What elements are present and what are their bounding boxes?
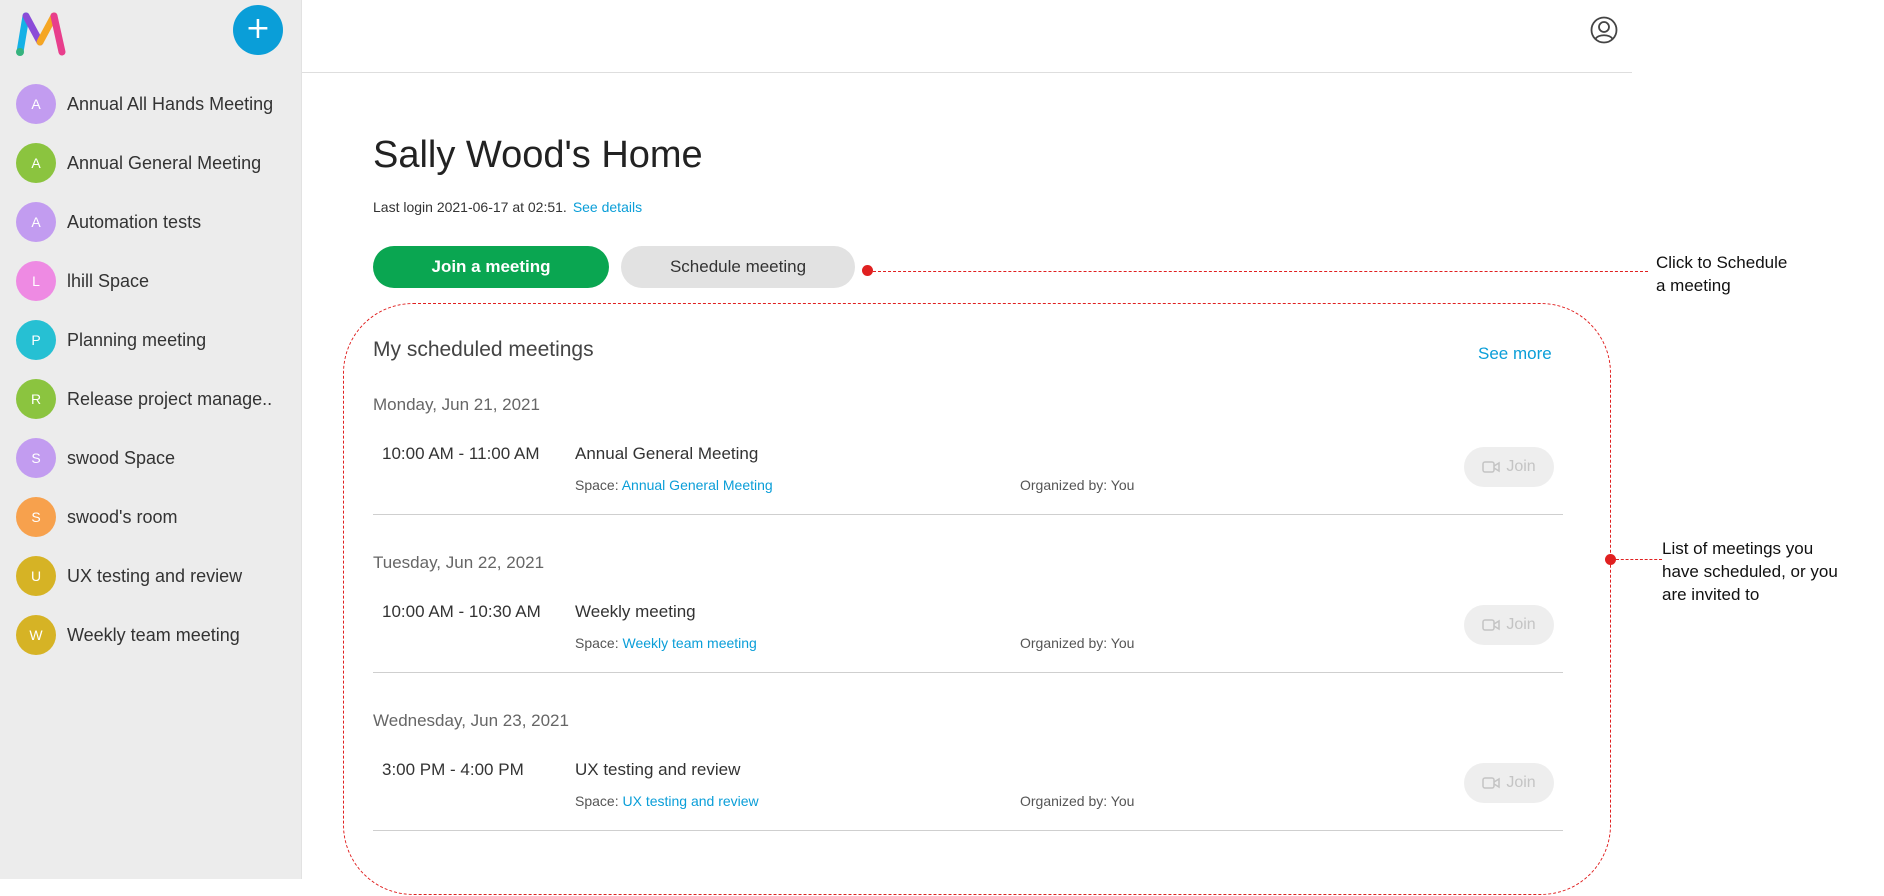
schedule-meeting-button[interactable]: Schedule meeting [621,246,855,288]
schedule-callout-text: Click to Schedule a meeting [1656,251,1787,297]
top-bar [302,0,1632,73]
space-avatar: L [16,261,56,301]
annotation-line: are invited to [1662,585,1760,604]
space-avatar: P [16,320,56,360]
space-avatar: W [16,615,56,655]
join-meeting-button[interactable]: Join a meeting [373,246,609,288]
space-item[interactable]: A Annual All Hands Meeting [0,78,301,137]
user-circle-icon[interactable] [1590,16,1618,44]
space-item[interactable]: R Release project manage... [0,373,301,432]
space-label: Release project manage... [67,389,272,409]
space-avatar: A [16,202,56,242]
schedule-callout-dot [862,265,873,276]
sidebar: + A Annual All Hands Meeting A Annual Ge… [0,0,302,879]
space-label: Planning meeting [67,330,207,350]
space-label: lhill Space [67,271,150,291]
app-logo-icon[interactable] [14,8,70,58]
see-details-link[interactable]: See details [573,199,642,215]
space-avatar: A [16,84,56,124]
space-avatar: U [16,556,56,596]
annotation-line: have scheduled, or you [1662,562,1838,581]
list-callout-line [1616,559,1662,560]
list-callout-dot [1605,554,1616,565]
space-avatar: A [16,143,56,183]
add-space-button[interactable]: + [233,5,283,55]
list-callout-text: List of meetings you have scheduled, or … [1662,537,1838,606]
space-avatar: R [16,379,56,419]
schedule-callout-line [873,271,1648,272]
space-label: swood's room [67,507,178,527]
space-item[interactable]: L lhill Space [0,255,301,314]
space-label: Automation tests [67,212,202,232]
space-item[interactable]: U UX testing and review [0,550,301,609]
space-list: A Annual All Hands Meeting A Annual Gene… [0,78,301,668]
space-label: swood Space [67,448,176,468]
space-item[interactable]: A Annual General Meeting [0,137,301,196]
page-title: Sally Wood's Home [373,134,703,176]
space-item[interactable]: S swood Space [0,432,301,491]
space-item[interactable]: P Planning meeting [0,314,301,373]
space-avatar: S [16,497,56,537]
space-label: Annual General Meeting [67,153,262,173]
last-login-label: Last login 2021-06-17 at 02:51. [373,199,567,215]
space-avatar: S [16,438,56,478]
space-item[interactable]: S swood's room [0,491,301,550]
space-label: Weekly team meeting [67,625,240,645]
space-label: Annual All Hands Meeting [67,94,272,114]
last-login-text: Last login 2021-06-17 at 02:51. See detai… [373,199,642,215]
meetings-callout-box [343,303,1611,895]
annotation-line: List of meetings you [1662,539,1814,558]
space-label: UX testing and review [67,566,243,586]
annotation-line: a meeting [1656,276,1731,295]
space-item[interactable]: A Automation tests [0,196,301,255]
space-item[interactable]: W Weekly team meeting [0,609,301,668]
plus-icon: + [245,11,271,46]
annotation-line: Click to Schedule [1656,253,1788,272]
